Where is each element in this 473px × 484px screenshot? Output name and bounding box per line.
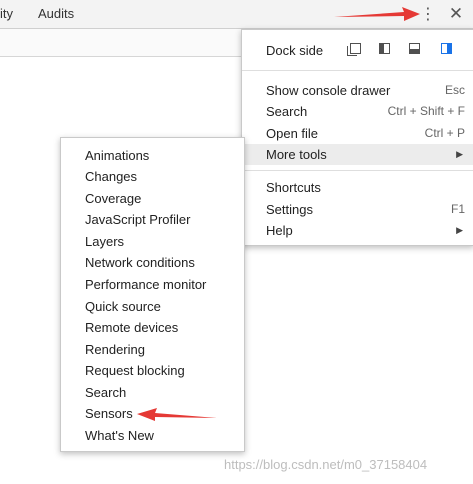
- tool-item-coverage[interactable]: Coverage: [61, 188, 244, 209]
- tool-item-label: Remote devices: [85, 320, 179, 335]
- watermark-text: https://blog.csdn.net/m0_37158404: [224, 457, 428, 472]
- tool-item-label: Request blocking: [85, 363, 185, 378]
- close-icon[interactable]: ✕: [444, 3, 468, 25]
- dock-bottom-icon[interactable]: [409, 43, 420, 54]
- submenu-arrow-icon: ▶: [456, 225, 463, 235]
- tool-item-label: Rendering: [85, 342, 145, 357]
- tool-item-layers[interactable]: Layers: [61, 231, 244, 252]
- menu-item-show-console-drawer[interactable]: Show console drawer Esc: [242, 80, 473, 101]
- tool-item-request-blocking[interactable]: Request blocking: [61, 360, 244, 381]
- tool-item-label: Quick source: [85, 299, 161, 314]
- tool-item-animations[interactable]: Animations: [61, 145, 244, 166]
- menu-item-label: Settings: [266, 202, 313, 217]
- tool-item-quick-source[interactable]: Quick source: [61, 296, 244, 317]
- tool-item-search[interactable]: Search: [61, 382, 244, 403]
- tab-partial[interactable]: ity: [0, 6, 13, 21]
- tool-item-rendering[interactable]: Rendering: [61, 339, 244, 360]
- tool-item-whats-new[interactable]: What's New: [61, 425, 244, 446]
- menu-item-label: Show console drawer: [266, 83, 391, 98]
- tool-item-changes[interactable]: Changes: [61, 166, 244, 187]
- tool-item-label: What's New: [85, 428, 154, 443]
- menu-item-label: More tools: [266, 147, 327, 162]
- tool-item-label: Coverage: [85, 191, 142, 206]
- tool-item-label: Network conditions: [85, 255, 195, 270]
- menu-item-shortcut: Esc: [444, 83, 465, 97]
- menu-item-shortcut: Ctrl + Shift + F: [387, 104, 465, 118]
- menu-item-search[interactable]: Search Ctrl + Shift + F: [242, 101, 473, 122]
- tool-item-label: Sensors: [85, 406, 133, 421]
- tool-item-remote-devices[interactable]: Remote devices: [61, 317, 244, 338]
- submenu-arrow-icon: ▶: [456, 149, 463, 159]
- tool-item-label: Performance monitor: [85, 277, 207, 292]
- dock-left-icon[interactable]: [379, 43, 390, 54]
- menu-item-shortcuts[interactable]: Shortcuts: [242, 177, 473, 198]
- dock-right-icon[interactable]: [441, 43, 452, 54]
- tool-item-label: Search: [85, 385, 127, 400]
- dock-side-label: Dock side: [266, 43, 324, 58]
- tool-item-label: Changes: [85, 169, 138, 184]
- tool-item-performance-monitor[interactable]: Performance monitor: [61, 274, 244, 295]
- menu-item-label: Shortcuts: [266, 180, 321, 195]
- menu-separator: [242, 70, 473, 71]
- menu-item-help[interactable]: Help ▶: [242, 220, 473, 241]
- menu-item-shortcut: F1: [450, 202, 465, 216]
- menu-item-settings[interactable]: Settings F1: [242, 199, 473, 220]
- annotation-arrow-sensors: [137, 408, 217, 421]
- tool-item-label: Animations: [85, 148, 150, 163]
- tool-item-network-conditions[interactable]: Network conditions: [61, 252, 244, 273]
- undock-icon[interactable]: [347, 43, 361, 56]
- tool-item-label: Layers: [85, 234, 125, 249]
- menu-item-more-tools[interactable]: More tools ▶: [242, 144, 473, 165]
- menu-item-label: Search: [266, 104, 308, 119]
- tool-item-label: JavaScript Profiler: [85, 212, 191, 227]
- menu-item-label: Help: [266, 223, 293, 238]
- menu-item-open-file[interactable]: Open file Ctrl + P: [242, 123, 473, 144]
- menu-item-shortcut: Ctrl + P: [424, 126, 465, 140]
- customize-menu: Dock side Show console drawer Esc Search…: [241, 29, 473, 246]
- tab-audits[interactable]: Audits: [38, 6, 74, 21]
- more-tools-submenu: Animations Changes Coverage JavaScript P…: [60, 137, 245, 452]
- menu-item-label: Open file: [266, 126, 319, 141]
- annotation-arrow-kebab: [334, 7, 420, 21]
- menu-separator: [242, 170, 473, 171]
- tool-item-javascript-profiler[interactable]: JavaScript Profiler: [61, 209, 244, 230]
